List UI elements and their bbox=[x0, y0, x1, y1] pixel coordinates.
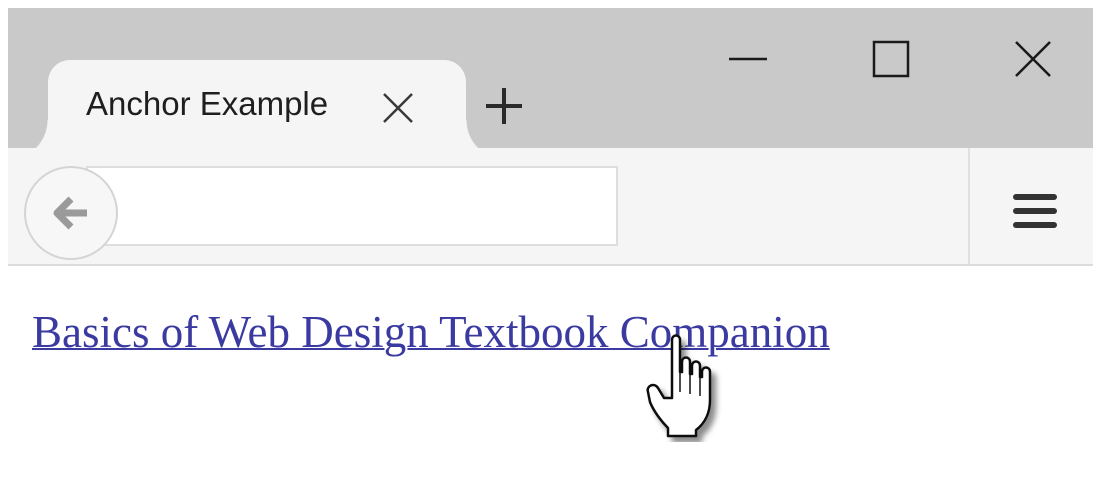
address-bar[interactable] bbox=[86, 166, 618, 246]
close-icon[interactable] bbox=[378, 88, 418, 128]
title-bar: Anchor Example bbox=[8, 8, 1093, 160]
maximize-icon[interactable] bbox=[866, 34, 916, 84]
tab-anchor-example[interactable]: Anchor Example bbox=[8, 60, 506, 160]
hamburger-menu-icon[interactable] bbox=[1011, 191, 1059, 231]
hand-pointer-icon bbox=[646, 332, 730, 442]
browser-window: Anchor Example Basics of Web Design Text… bbox=[8, 8, 1093, 485]
minimize-icon[interactable] bbox=[723, 34, 773, 84]
close-icon[interactable] bbox=[1008, 34, 1058, 84]
page-content: Basics of Web Design Textbook Companion bbox=[8, 266, 1093, 485]
toolbar-divider bbox=[968, 148, 970, 264]
plus-icon[interactable] bbox=[482, 84, 526, 128]
back-arrow-icon bbox=[53, 196, 87, 230]
navigation-bar bbox=[8, 148, 1093, 266]
back-button[interactable] bbox=[24, 166, 118, 260]
tab-title: Anchor Example bbox=[86, 85, 329, 122]
